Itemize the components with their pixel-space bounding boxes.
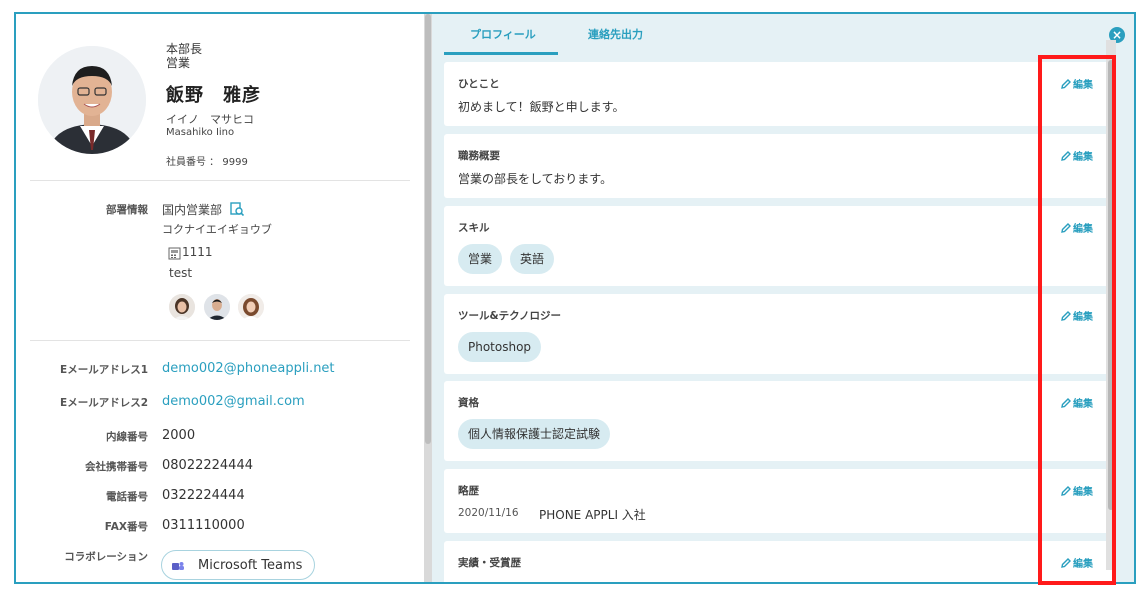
tab-profile[interactable]: プロフィール bbox=[470, 26, 536, 42]
card-title: 実績・受賞歴 bbox=[458, 557, 521, 569]
org-search-icon[interactable] bbox=[230, 201, 245, 220]
position-dept: 営業 bbox=[166, 56, 191, 70]
phone-value: 0322224444 bbox=[162, 488, 245, 503]
history-date: 2020/11/16 bbox=[458, 507, 519, 519]
card-history: 略歴 2020/11/16 PHONE APPLI 入社 編集 bbox=[444, 469, 1112, 533]
card-title: 資格 bbox=[458, 397, 479, 409]
card-achievements: 実績・受賞歴 編集 bbox=[444, 541, 1112, 582]
skill-chip: 英語 bbox=[510, 244, 555, 274]
card-job-summary: 職務概要 営業の部長をしております。 編集 bbox=[444, 134, 1112, 198]
profile-right-panel: プロフィール 連絡先出力 × ひとこと 初めまして！飯野と申します。 編集 職務… bbox=[432, 14, 1134, 582]
divider bbox=[30, 180, 410, 181]
teams-button[interactable]: Microsoft Teams bbox=[161, 550, 315, 580]
profile-window: 本部長 営業 飯野 雅彦 イイノ マサヒコ Masahiko Iino 社員番号… bbox=[14, 12, 1136, 584]
edit-column-highlight bbox=[1038, 55, 1116, 585]
teams-label: Microsoft Teams bbox=[198, 557, 303, 573]
history-text: PHONE APPLI 入社 bbox=[539, 508, 646, 522]
tool-chip: Photoshop bbox=[458, 332, 542, 362]
active-tab-indicator bbox=[444, 52, 558, 55]
fax-value: 0311110000 bbox=[162, 518, 245, 533]
card-text: 初めまして！飯野と申します。 bbox=[458, 100, 625, 114]
qualification-chip: 個人情報保護士認定試験 bbox=[458, 419, 611, 449]
skill-chip: 営業 bbox=[458, 244, 503, 274]
card-title: スキル bbox=[458, 222, 490, 234]
contact-label: コラボレーション bbox=[64, 551, 148, 563]
left-scrollbar[interactable] bbox=[424, 14, 432, 582]
dept-name-kana: コクナイエイギョウブ bbox=[162, 223, 272, 236]
dept-name: 国内営業部 bbox=[162, 203, 223, 217]
dept-link[interactable]: test bbox=[169, 266, 192, 280]
mobile-value: 08022224444 bbox=[162, 458, 253, 473]
card-title: ひとこと bbox=[458, 78, 500, 90]
extension-value: 2000 bbox=[162, 428, 196, 443]
contact-label: 内線番号 bbox=[106, 431, 148, 443]
contact-label: 会社携帯番号 bbox=[85, 461, 148, 473]
card-tools: ツール&テクノロジー Photoshop 編集 bbox=[444, 294, 1112, 374]
employee-name-roman: Masahiko Iino bbox=[166, 127, 235, 138]
member-avatar[interactable] bbox=[204, 294, 230, 320]
contact-label: Eメールアドレス1 bbox=[60, 364, 148, 376]
phone-icon bbox=[168, 245, 181, 264]
email2-link[interactable]: demo002@gmail.com bbox=[162, 394, 305, 409]
card-text: 営業の部長をしております。 bbox=[458, 172, 613, 186]
card-title: 職務概要 bbox=[458, 150, 500, 162]
contact-label: FAX番号 bbox=[104, 521, 148, 533]
dept-phone: 1111 bbox=[182, 245, 213, 259]
contact-label: Eメールアドレス2 bbox=[60, 397, 148, 409]
profile-photo bbox=[38, 46, 146, 154]
teams-icon bbox=[172, 560, 184, 570]
dept-label: 部署情報 bbox=[106, 204, 148, 216]
card-title: ツール&テクノロジー bbox=[458, 310, 562, 322]
profile-left-panel: 本部長 営業 飯野 雅彦 イイノ マサヒコ Masahiko Iino 社員番号… bbox=[16, 14, 424, 582]
card-skills: スキル 営業 英語 編集 bbox=[444, 206, 1112, 286]
card-hitokoto: ひとこと 初めまして！飯野と申します。 編集 bbox=[444, 62, 1112, 126]
employee-name-kana: イイノ マサヒコ bbox=[166, 113, 254, 126]
employee-name: 飯野 雅彦 bbox=[166, 85, 261, 106]
tab-contact-export[interactable]: 連絡先出力 bbox=[588, 26, 643, 42]
tab-bar: プロフィール 連絡先出力 × bbox=[432, 14, 1134, 55]
employee-number: 社員番号 ： 9999 bbox=[166, 157, 248, 168]
email1-link[interactable]: demo002@phoneappli.net bbox=[162, 361, 335, 376]
card-qualifications: 資格 個人情報保護士認定試験 編集 bbox=[444, 381, 1112, 461]
member-avatar[interactable] bbox=[238, 294, 264, 320]
card-title: 略歴 bbox=[458, 485, 479, 497]
member-avatar[interactable] bbox=[169, 294, 195, 320]
contact-label: 電話番号 bbox=[106, 491, 148, 503]
divider bbox=[30, 340, 410, 341]
